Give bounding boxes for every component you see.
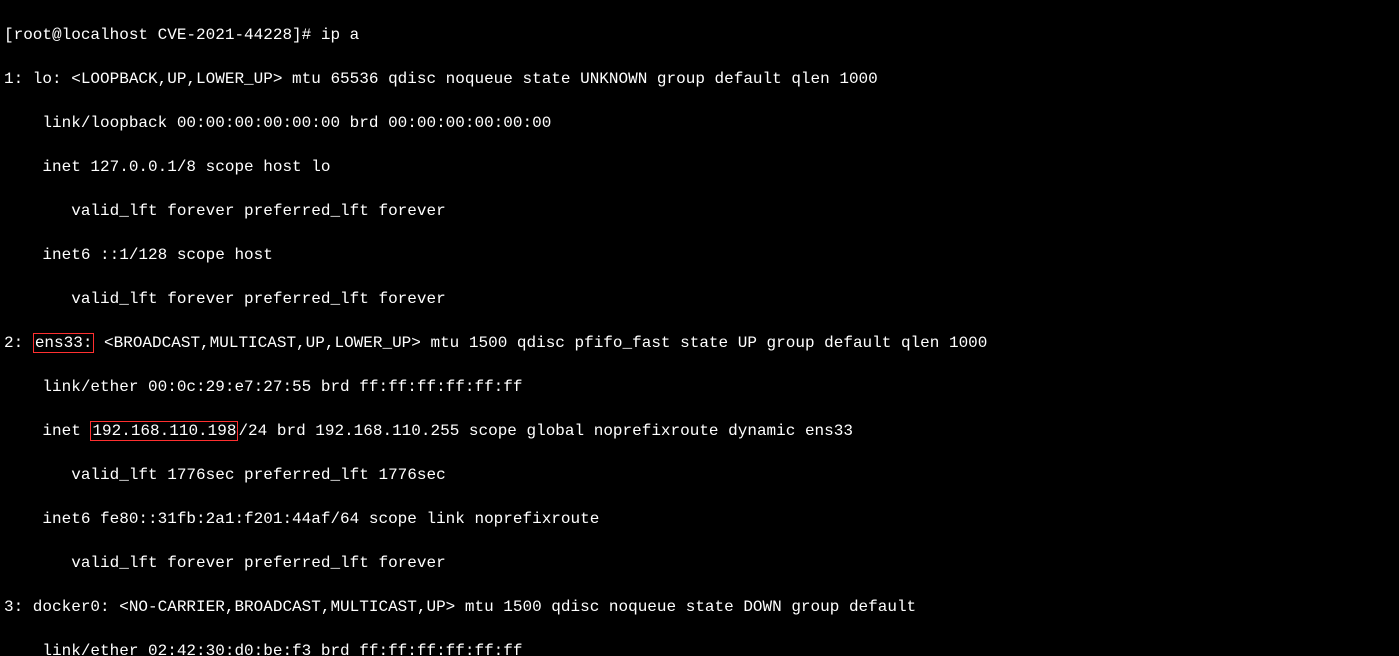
- iface-docker0-link: link/ether 02:42:30:d0:be:f3 brd ff:ff:f…: [4, 640, 1395, 656]
- iface-lo-header: 1: lo: <LOOPBACK,UP,LOWER_UP> mtu 65536 …: [4, 68, 1395, 90]
- iface-ens33-valid1: valid_lft 1776sec preferred_lft 1776sec: [4, 464, 1395, 486]
- iface-lo-valid1: valid_lft forever preferred_lft forever: [4, 200, 1395, 222]
- shell-prompt: [root@localhost CVE-2021-44228]#: [4, 26, 321, 44]
- highlight-ip-address: 192.168.110.198: [90, 421, 238, 441]
- iface-ens33-valid2: valid_lft forever preferred_lft forever: [4, 552, 1395, 574]
- iface-ens33-inet: inet 192.168.110.198/24 brd 192.168.110.…: [4, 420, 1395, 442]
- command-text: ip a: [321, 26, 359, 44]
- iface-lo-link: link/loopback 00:00:00:00:00:00 brd 00:0…: [4, 112, 1395, 134]
- iface-lo-inet: inet 127.0.0.1/8 scope host lo: [4, 156, 1395, 178]
- iface-lo-inet6: inet6 ::1/128 scope host: [4, 244, 1395, 266]
- iface-ens33-inet6: inet6 fe80::31fb:2a1:f201:44af/64 scope …: [4, 508, 1395, 530]
- highlight-iface-name: ens33:: [33, 333, 95, 353]
- terminal-output[interactable]: [root@localhost CVE-2021-44228]# ip a 1:…: [0, 0, 1399, 656]
- iface-ens33-header: 2: ens33: <BROADCAST,MULTICAST,UP,LOWER_…: [4, 332, 1395, 354]
- iface-lo-valid2: valid_lft forever preferred_lft forever: [4, 288, 1395, 310]
- command-line: [root@localhost CVE-2021-44228]# ip a: [4, 24, 1395, 46]
- iface-docker0-header: 3: docker0: <NO-CARRIER,BROADCAST,MULTIC…: [4, 596, 1395, 618]
- iface-ens33-link: link/ether 00:0c:29:e7:27:55 brd ff:ff:f…: [4, 376, 1395, 398]
